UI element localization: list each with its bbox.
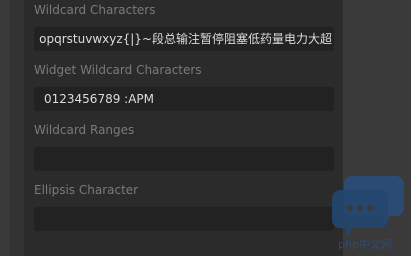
ellipsis-character-input[interactable] [34, 207, 334, 231]
left-edge [0, 0, 10, 256]
ellipsis-character-label: Ellipsis Character [34, 183, 139, 197]
wildcard-characters-value: opqrstuvwxyz{|}~段总输注暂停阻塞低药量电力大超 [39, 32, 332, 46]
wildcard-characters-input[interactable]: opqrstuvwxyz{|}~段总输注暂停阻塞低药量电力大超 [34, 27, 334, 51]
wildcard-characters-label: Wildcard Characters [34, 3, 156, 17]
watermark-text: php中文网 [338, 238, 392, 251]
widget-wildcard-characters-value: 0123456789 :APM [44, 92, 155, 106]
widget-wildcard-characters-label: Widget Wildcard Characters [34, 63, 202, 77]
wildcard-ranges-input[interactable] [34, 147, 334, 171]
widget-wildcard-characters-input[interactable]: 0123456789 :APM [34, 87, 334, 111]
wildcard-ranges-label: Wildcard Ranges [34, 123, 135, 137]
right-background [343, 0, 411, 256]
left-divider [10, 0, 24, 256]
